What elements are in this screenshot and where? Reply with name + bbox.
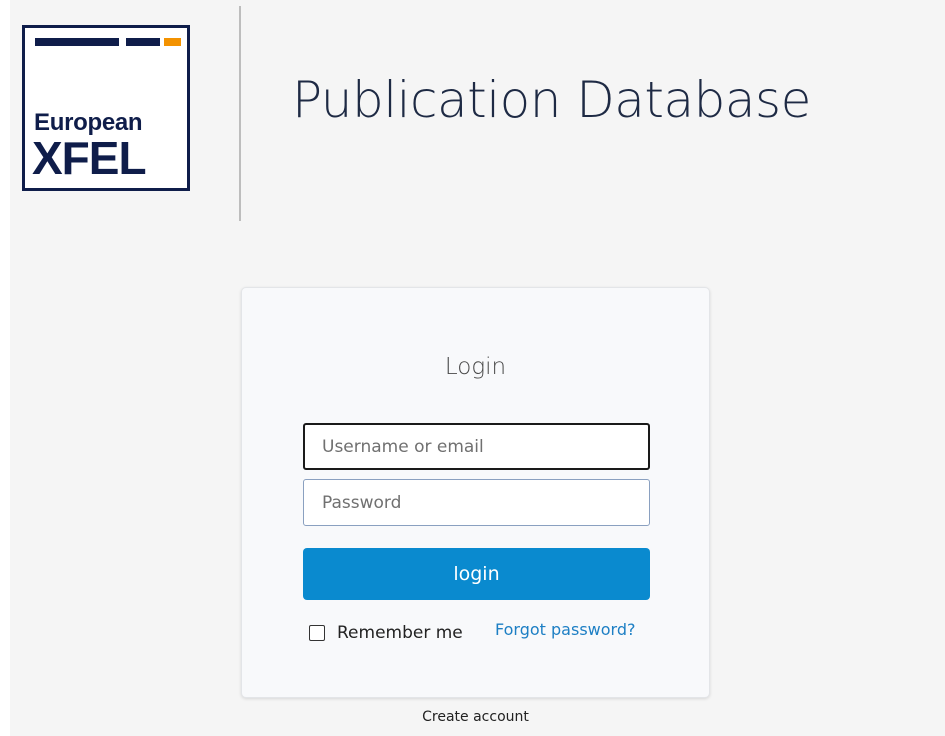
- remember-me-checkbox[interactable]: [309, 625, 325, 641]
- login-button[interactable]: login: [303, 548, 650, 600]
- logo-bar-1: [35, 38, 119, 46]
- login-heading: Login: [444, 354, 507, 380]
- european-xfel-logo: European XFEL: [22, 25, 190, 191]
- remember-me-row: Remember me: [309, 623, 463, 643]
- page-title: Publication Database: [292, 71, 811, 129]
- username-input[interactable]: [303, 423, 650, 470]
- logo-text-xfel: XFEL: [32, 132, 147, 184]
- remember-me-label[interactable]: Remember me: [337, 623, 463, 643]
- forgot-password-link[interactable]: Forgot password?: [495, 620, 635, 639]
- login-card: Login login Remember me Forgot password?: [241, 287, 710, 698]
- create-account-link[interactable]: Create account: [241, 709, 710, 725]
- logo-bar-2: [126, 38, 160, 46]
- password-input[interactable]: [303, 479, 650, 526]
- header-divider: [239, 6, 241, 221]
- logo-bar-3: [164, 38, 181, 46]
